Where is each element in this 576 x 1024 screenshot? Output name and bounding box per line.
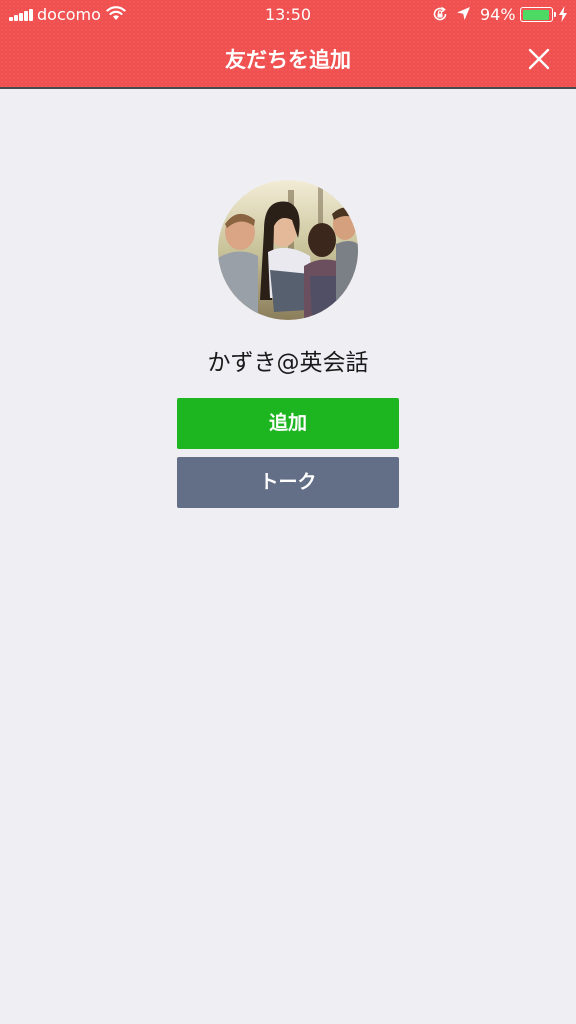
battery-icon	[520, 7, 556, 22]
status-bar: docomo 13:50 94%	[0, 0, 576, 30]
close-icon[interactable]	[526, 46, 552, 72]
talk-button[interactable]: トーク	[177, 457, 399, 508]
add-friend-button[interactable]: 追加	[177, 398, 399, 449]
page-title: 友だちを追加	[225, 48, 351, 72]
profile-name: かずき@英会話	[207, 350, 369, 376]
orientation-lock-icon	[433, 6, 447, 21]
battery-percentage: 94%	[480, 5, 516, 24]
avatar	[218, 180, 358, 320]
location-arrow-icon	[457, 7, 470, 20]
header-bar: docomo 13:50 94% 友だちを追加	[0, 0, 576, 89]
charging-bolt-icon	[559, 6, 567, 22]
